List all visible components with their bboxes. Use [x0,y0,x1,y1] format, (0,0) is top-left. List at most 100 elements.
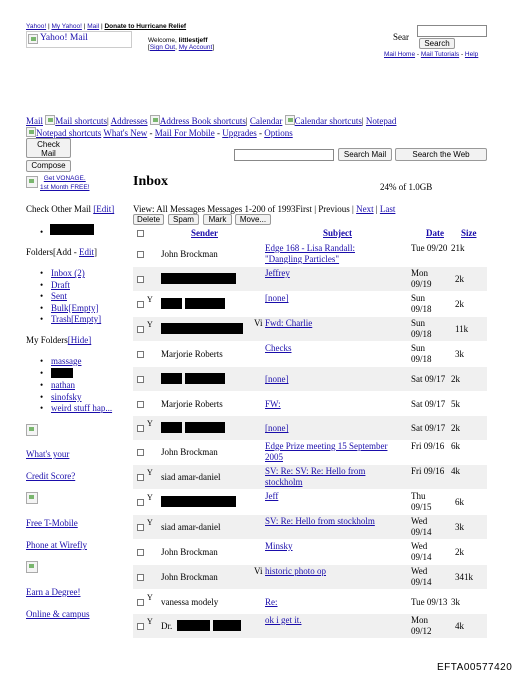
message-subject-link[interactable]: SV: Re: SV: Re: Hello from stockholm [265,466,365,488]
folders-edit-link[interactable]: Edit [79,247,94,257]
check-other-edit-link[interactable]: [Edit] [93,204,114,214]
message-checkbox[interactable] [137,276,144,283]
nav-upgrades[interactable]: Upgrades [222,128,257,138]
message-subject-link[interactable]: Edge Prize meeting 15 September 2005 [265,441,387,463]
yahoo-mail-logo[interactable]: Yahoo! Mail [26,31,132,48]
message-row[interactable]: Jeffrey Mon 09/19 2k [133,267,487,291]
vonage-ad-image[interactable] [26,176,38,188]
search-mail-button[interactable]: Search Mail [338,148,392,161]
message-subject-link[interactable]: Fwd: Charlie [265,318,312,329]
message-checkbox[interactable] [137,449,144,456]
message-row[interactable]: Ysiad amar-daniel SV: Re: SV: Re: Hello f… [133,465,487,489]
check-mail-button[interactable]: Check Mail [26,138,71,158]
message-subject-link[interactable]: ok i get it. [265,615,302,626]
top-search-button[interactable]: Search [419,38,455,49]
nav-mail-shortcuts[interactable]: Mail shortcuts [55,116,107,126]
message-subject-link[interactable]: [none] [265,423,289,434]
message-row[interactable]: Marjorie Roberts Checks Sun 09/18 3k [133,342,487,366]
message-row[interactable]: John Brockman Edge 168 - Lisa Randall: "Da… [133,242,487,266]
degree-ad-line-1[interactable]: Earn a Degree! [26,587,80,597]
message-subject-link[interactable]: SV: Re: Hello from stockholm [265,516,375,527]
message-checkbox[interactable] [137,549,144,556]
sign-out-link[interactable]: Sign Out [150,44,175,51]
search-web-button[interactable]: Search the Web [395,148,487,161]
message-subject-link[interactable]: [none] [265,293,289,304]
mail-link[interactable]: Mail [87,23,99,30]
sender-column-header[interactable]: Sender [191,228,218,238]
delete-button[interactable]: Delete [133,214,164,225]
my-account-link[interactable]: My Account [179,44,213,51]
message-row[interactable]: Marjorie Roberts FW: Sat 09/17 5k [133,392,487,416]
message-row[interactable]: John Brockman Vi historic photo op Wed 09/14… [133,565,487,589]
size-column-header[interactable]: Size [461,228,477,238]
message-checkbox[interactable] [137,401,144,408]
message-subject-link[interactable]: Minsky [265,541,293,552]
my-folder-item[interactable]: sinofsky [26,392,136,404]
folder-item[interactable]: Draft [26,280,126,292]
message-row[interactable]: Ysiad amar-daniel SV: Re: Hello from stoc… [133,515,487,539]
my-folder-item[interactable]: weird stuff hap... [26,403,136,415]
credit-ad-line-1[interactable]: What's your [26,449,69,459]
vonage-ad[interactable]: Get VONAGE. 1st Month FREE! [40,174,90,192]
message-row[interactable]: Y Dr. ok i get it. Mon 09/12 4k [133,614,487,638]
last-page-link[interactable]: Last [380,204,396,214]
message-checkbox[interactable] [137,599,144,606]
message-checkbox[interactable] [137,574,144,581]
message-subject-link[interactable]: historic photo op [265,566,326,577]
tmobile-ad-image[interactable] [26,492,38,504]
message-row[interactable]: Y Vi Fwd: Charlie Sun 09/18 11k [133,317,487,341]
tmobile-ad-line-2[interactable]: Phone at Wirefly [26,540,87,550]
move-button[interactable]: Move... [235,214,271,225]
message-subject-link[interactable]: [none] [265,374,289,385]
mail-tutorials-link[interactable]: Mail Tutorials [421,51,459,58]
nav-notepad-shortcuts[interactable]: Notepad shortcuts [36,128,101,138]
message-row[interactable]: Y Jeff Thu 09/15 6k [133,490,487,514]
date-column-header[interactable]: Date [426,228,444,238]
message-subject-link[interactable]: Checks [265,343,292,354]
message-subject-link[interactable]: Re: [265,597,278,608]
message-row[interactable]: Y [none] Sat 09/17 2k [133,416,487,440]
my-folder-item[interactable] [26,367,136,381]
nav-address-shortcuts[interactable]: Address Book shortcuts [160,116,246,126]
nav-calendar-shortcuts[interactable]: Calendar shortcuts [295,116,362,126]
message-checkbox[interactable] [137,326,144,333]
message-checkbox[interactable] [137,376,144,383]
nav-calendar[interactable]: Calendar [250,116,282,126]
degree-ad-line-2[interactable]: Online & campus [26,609,90,619]
message-checkbox[interactable] [137,474,144,481]
message-checkbox[interactable] [137,301,144,308]
message-subject-link[interactable]: Jeffrey [265,268,290,279]
my-yahoo-link[interactable]: My Yahoo! [51,23,81,30]
view-filter[interactable]: View: All Messages [133,204,205,214]
message-checkbox[interactable] [137,425,144,432]
message-row[interactable]: John Brockman Minsky Wed 09/14 2k [133,540,487,564]
message-subject-link[interactable]: FW: [265,399,281,410]
nav-mail[interactable]: Mail [26,116,43,126]
mark-button[interactable]: Mark [203,214,232,225]
folder-item[interactable]: Bulk[Empty] [26,303,126,315]
mail-home-link[interactable]: Mail Home [384,51,415,58]
credit-ad-image[interactable] [26,424,38,436]
message-checkbox[interactable] [137,351,144,358]
message-checkbox[interactable] [137,623,144,630]
spam-button[interactable]: Spam [168,214,199,225]
message-subject-link[interactable]: Edge 168 - Lisa Randall: "Dangling Partic… [265,243,355,265]
folder-item[interactable]: Inbox (2) [26,268,126,280]
my-folder-item[interactable]: nathan [26,380,136,392]
donate-link[interactable]: Donate to Hurricane Relief [104,23,186,30]
nav-addresses[interactable]: Addresses [111,116,148,126]
message-checkbox[interactable] [137,499,144,506]
nav-whats-new[interactable]: What's New [103,128,147,138]
select-all-checkbox[interactable] [137,230,144,237]
message-row[interactable]: John Brockman Edge Prize meeting 15 Septe… [133,440,487,464]
message-checkbox[interactable] [137,524,144,531]
folder-item[interactable]: Trash[Empty] [26,314,126,326]
nav-mobile[interactable]: Mail For Mobile [155,128,215,138]
mail-search-input[interactable] [234,149,334,161]
top-search-input[interactable] [417,25,487,37]
subject-column-header[interactable]: Subject [323,228,352,238]
credit-ad-line-2[interactable]: Credit Score? [26,471,75,481]
folder-item[interactable]: Sent [26,291,126,303]
compose-button[interactable]: Compose [26,160,71,172]
yahoo-link[interactable]: Yahoo! [26,23,46,30]
